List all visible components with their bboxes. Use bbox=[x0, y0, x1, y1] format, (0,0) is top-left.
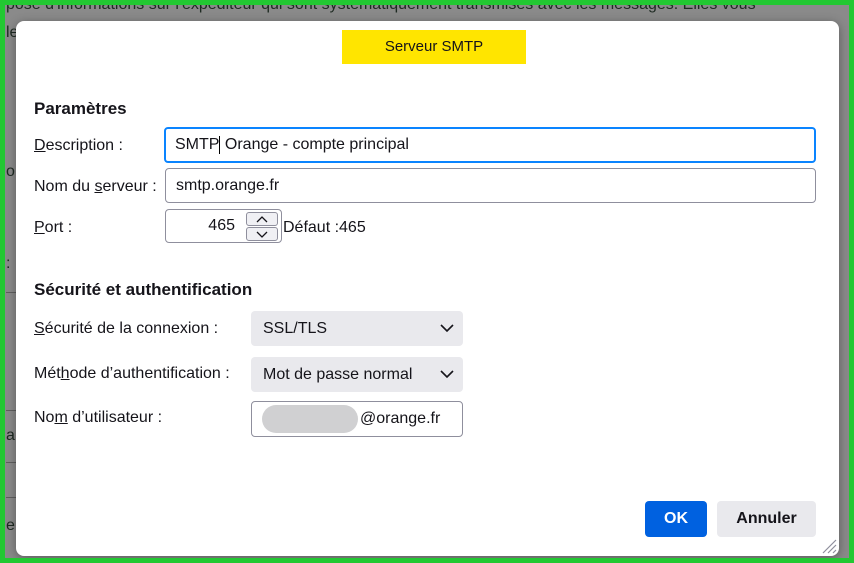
smtp-server-dialog: Serveur SMTP Paramètres Description : SM… bbox=[16, 21, 839, 556]
security-heading: Sécurité et authentification bbox=[34, 280, 253, 299]
chevron-down-icon bbox=[440, 324, 454, 333]
description-value-end: Orange - compte principal bbox=[220, 136, 409, 153]
auth-method-value: Mot de passe normal bbox=[263, 365, 413, 383]
username-label-accesskey: m bbox=[54, 409, 68, 426]
connection-security-label-text: écurité de la connexion : bbox=[44, 320, 219, 337]
server-name-input[interactable]: smtp.orange.fr bbox=[165, 168, 816, 203]
background-text-line: : bbox=[6, 255, 11, 272]
chevron-up-icon bbox=[256, 215, 268, 222]
port-number-input[interactable]: 465 bbox=[165, 209, 282, 243]
auth-method-label-start: Mét bbox=[34, 365, 61, 382]
redacted-username bbox=[262, 405, 358, 433]
username-label: Nom d’utilisateur : bbox=[34, 409, 162, 427]
auth-method-select[interactable]: Mot de passe normal bbox=[251, 357, 463, 392]
port-increment-button[interactable] bbox=[246, 212, 278, 226]
username-suffix: @orange.fr bbox=[360, 410, 441, 427]
chevron-down-icon bbox=[256, 231, 268, 238]
server-name-label-start: Nom du bbox=[34, 178, 95, 195]
auth-method-label: Méthode d’authentification : bbox=[34, 365, 230, 383]
background-text-line: e bbox=[6, 517, 15, 534]
dialog-title: Serveur SMTP bbox=[342, 30, 526, 64]
background-text-line: o bbox=[6, 163, 15, 180]
port-default-text: Défaut :465 bbox=[283, 219, 366, 236]
ok-button[interactable]: OK bbox=[645, 501, 707, 537]
description-label-accesskey: D bbox=[34, 137, 46, 154]
server-name-label: Nom du serveur : bbox=[34, 178, 157, 196]
parameters-heading: Paramètres bbox=[34, 99, 127, 118]
description-label: Description : bbox=[34, 137, 123, 155]
description-label-text: escription : bbox=[45, 137, 123, 154]
connection-security-label: Sécurité de la connexion : bbox=[34, 320, 218, 338]
username-input[interactable]: @orange.fr bbox=[251, 401, 463, 437]
connection-security-value: SSL/TLS bbox=[263, 319, 328, 337]
port-label: Port : bbox=[34, 219, 72, 237]
resize-grip-icon[interactable] bbox=[819, 536, 837, 554]
auth-method-label-accesskey: h bbox=[60, 365, 70, 382]
cancel-button[interactable]: Annuler bbox=[717, 501, 816, 537]
background-text-line: a bbox=[6, 427, 15, 444]
port-label-accesskey: P bbox=[34, 219, 45, 236]
port-label-text: ort : bbox=[44, 219, 73, 236]
username-label-end: d’utilisateur : bbox=[67, 409, 163, 426]
port-decrement-button[interactable] bbox=[246, 227, 278, 241]
background-text-line: pose d'informations sur l'expéditeur qui… bbox=[6, 0, 756, 13]
server-name-label-end: erveur : bbox=[102, 178, 157, 195]
connection-security-select[interactable]: SSL/TLS bbox=[251, 311, 463, 346]
connection-security-label-accesskey: S bbox=[34, 320, 45, 337]
description-value-start: SMTP bbox=[175, 136, 220, 153]
port-value: 465 bbox=[208, 217, 235, 234]
description-input[interactable]: SMTP Orange - compte principal bbox=[164, 127, 816, 163]
chevron-down-icon bbox=[440, 370, 454, 379]
server-name-value: smtp.orange.fr bbox=[176, 176, 280, 194]
username-label-start: No bbox=[34, 409, 55, 426]
auth-method-label-end: ode d’authentification : bbox=[69, 365, 230, 382]
